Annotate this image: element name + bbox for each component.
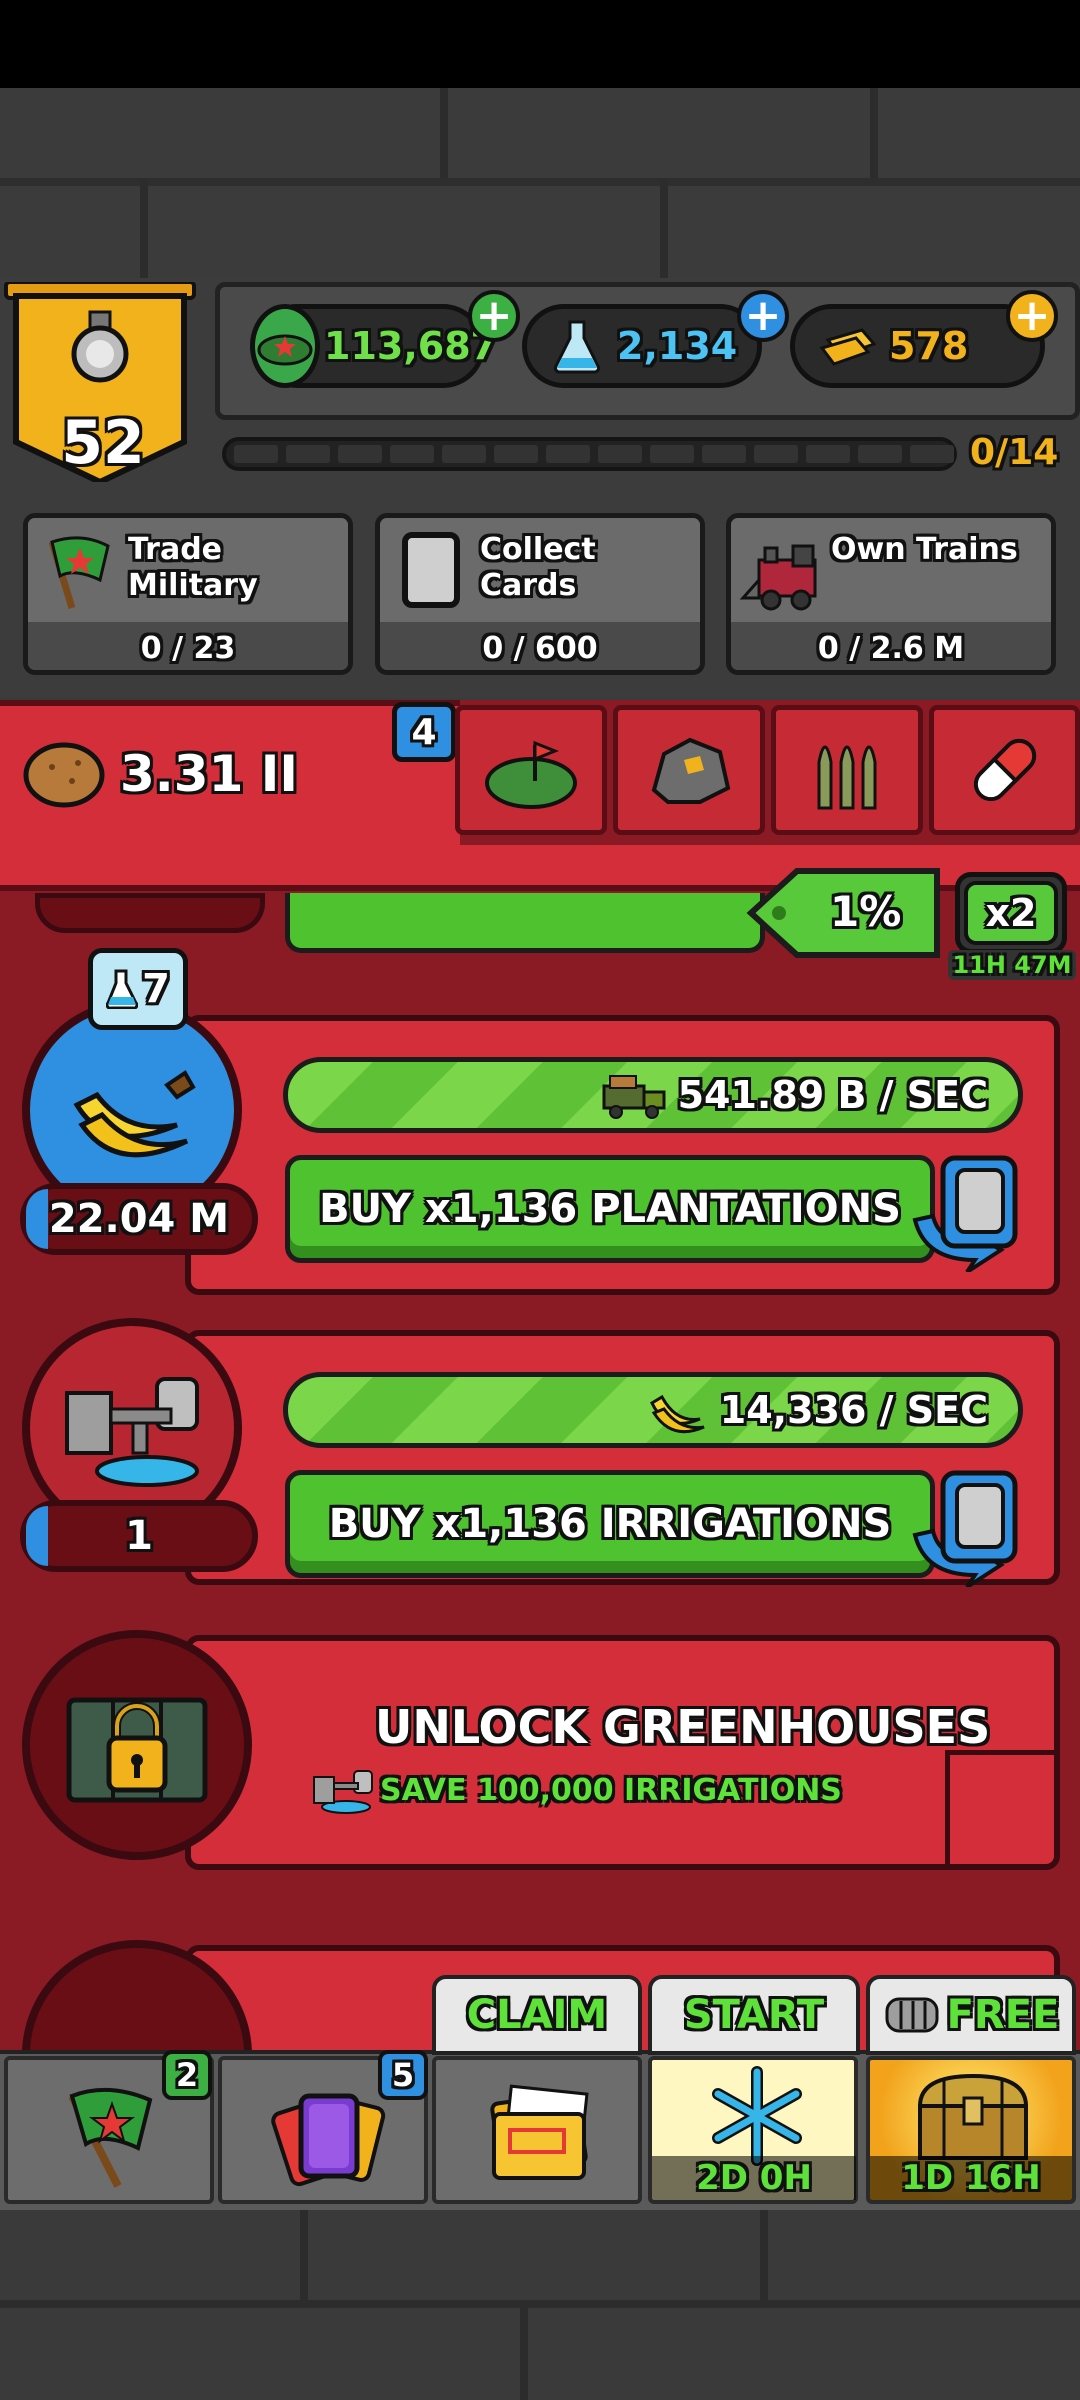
add-science-button[interactable]: +	[737, 290, 789, 342]
greenhouse-panel-corner	[945, 1750, 1060, 1865]
treasure-chest-icon	[908, 2066, 1038, 2170]
free-label: FREE	[946, 1992, 1060, 2038]
science-amount: 2,134	[617, 324, 738, 368]
gold-bar-icon	[815, 316, 879, 376]
coin-stack-icon	[885, 1997, 939, 2033]
hidden-row-count	[35, 893, 265, 933]
card-icon	[402, 532, 460, 608]
military-cap-icon	[250, 304, 320, 388]
hidden-row-buy-button[interactable]	[285, 893, 765, 953]
buy-plantations-label: BUY x1,136 PLANTATIONS	[319, 1186, 901, 1232]
task-collect-progress: 0 / 600	[380, 622, 700, 670]
claim-label: CLAIM	[466, 1992, 608, 2038]
claim-tab[interactable]: CLAIM	[432, 1975, 642, 2055]
nav-claim-button[interactable]	[432, 2056, 642, 2204]
boost-timer: 11H 47M	[952, 951, 1072, 979]
banana-small-icon	[649, 1394, 705, 1434]
task-collect-label: Collect Cards	[480, 532, 596, 603]
farm-field-icon	[485, 740, 577, 809]
flask-icon	[106, 969, 139, 1009]
task-trains-progress: 0 / 2.6 M	[731, 622, 1051, 670]
plantations-count: 22.04 M	[20, 1183, 258, 1255]
start-label: START	[683, 1992, 825, 2038]
plantations-rate: 541.89 B / SEC	[677, 1073, 988, 1117]
irrigations-rate-bar: 14,336 / SEC	[283, 1372, 1023, 1448]
freeze-timer: 2D 0H	[696, 2158, 812, 2198]
resource-amount: 3.31 II	[120, 745, 298, 803]
task-trains-label: Own Trains	[831, 532, 1018, 567]
task-trade-progress: 0 / 23	[28, 622, 348, 670]
irrigation-icon	[65, 1377, 199, 1487]
potato-icon	[22, 735, 106, 815]
irrigations-count: 1	[20, 1500, 258, 1572]
military-flag-icon	[58, 2082, 168, 2196]
military-amount: 113,687	[324, 324, 498, 368]
buy-plantations-button[interactable]: BUY x1,136 PLANTATIONS	[285, 1155, 935, 1263]
resource-tab-farm[interactable]	[455, 705, 607, 835]
irrigations-rate: 14,336 / SEC	[719, 1388, 988, 1432]
irrigation-small-icon	[313, 1770, 373, 1814]
locked-greenhouse-icon	[66, 1697, 208, 1803]
boost-multiplier: x2	[985, 891, 1037, 935]
resource-tab-ammo[interactable]	[771, 705, 923, 835]
resource-badge: 4	[392, 702, 456, 762]
task-collect-cards[interactable]: Collect Cards 0 / 600	[375, 513, 705, 675]
task-trade-military[interactable]: Trade Military 0 / 23	[23, 513, 353, 675]
science-currency[interactable]: 2,134	[522, 304, 762, 388]
resource-tab-ore[interactable]	[613, 705, 765, 835]
level-progress-label: 0/14	[970, 432, 1059, 473]
boost-timer-box: 11H 47M	[948, 950, 1076, 980]
chest-timer: 1D 16H	[901, 2158, 1041, 2198]
background-wall	[0, 88, 1080, 288]
status-bar	[0, 0, 1080, 88]
buy-irrigations-label: BUY x1,136 IRRIGATIONS	[328, 1501, 892, 1547]
snowflake-icon	[692, 2066, 822, 2170]
flask-icon	[547, 316, 607, 376]
truck-icon	[602, 1075, 666, 1119]
nav-cards-badge: 5	[378, 2050, 428, 2100]
train-icon	[739, 532, 829, 616]
task-trade-line2: Military	[128, 568, 258, 603]
x2-boost-button[interactable]: x2	[955, 872, 1067, 954]
plantations-science-badge: 7	[88, 948, 188, 1030]
free-tab[interactable]: FREE	[866, 1975, 1076, 2055]
irrigations-card-button[interactable]	[905, 1465, 1025, 1589]
plantations-rate-bar: 541.89 B / SEC	[283, 1057, 1023, 1133]
nav-chest-button[interactable]: 1D 16H	[866, 2056, 1076, 2204]
plantations-card-button[interactable]	[905, 1150, 1025, 1274]
task-own-trains[interactable]: Own Trains 0 / 2.6 M	[726, 513, 1056, 675]
gold-amount: 578	[889, 324, 969, 368]
greenhouses-circle	[22, 1630, 252, 1860]
resource-tab-medicine[interactable]	[929, 705, 1080, 835]
banana-icon	[73, 1070, 196, 1158]
pill-icon	[973, 738, 1036, 802]
folder-icon	[486, 2078, 596, 2192]
player-level: 52	[61, 408, 145, 478]
add-gold-button[interactable]: +	[1006, 290, 1058, 342]
add-military-button[interactable]: +	[468, 290, 520, 342]
military-currency[interactable]: 113,687	[250, 304, 497, 388]
start-tab[interactable]: START	[648, 1975, 860, 2055]
ore-rock-icon	[651, 737, 731, 804]
bottom-background	[0, 2210, 1080, 2400]
cards-icon	[267, 2082, 387, 2196]
nav-military-badge: 2	[162, 2050, 212, 2100]
buy-irrigations-button[interactable]: BUY x1,136 IRRIGATIONS	[285, 1470, 935, 1578]
greenhouses-requirement: SAVE 100,000 IRRIGATIONS	[310, 1765, 842, 1815]
ammo-icon	[817, 745, 877, 810]
greenhouses-title: UNLOCK GREENHOUSES	[375, 1700, 991, 1754]
level-progress-bar	[222, 437, 957, 471]
boost-percent: 1%	[830, 887, 902, 936]
task-trade-line1: Trade	[128, 532, 223, 567]
military-flag-icon	[42, 532, 118, 616]
nav-freeze-button[interactable]: 2D 0H	[648, 2056, 858, 2204]
